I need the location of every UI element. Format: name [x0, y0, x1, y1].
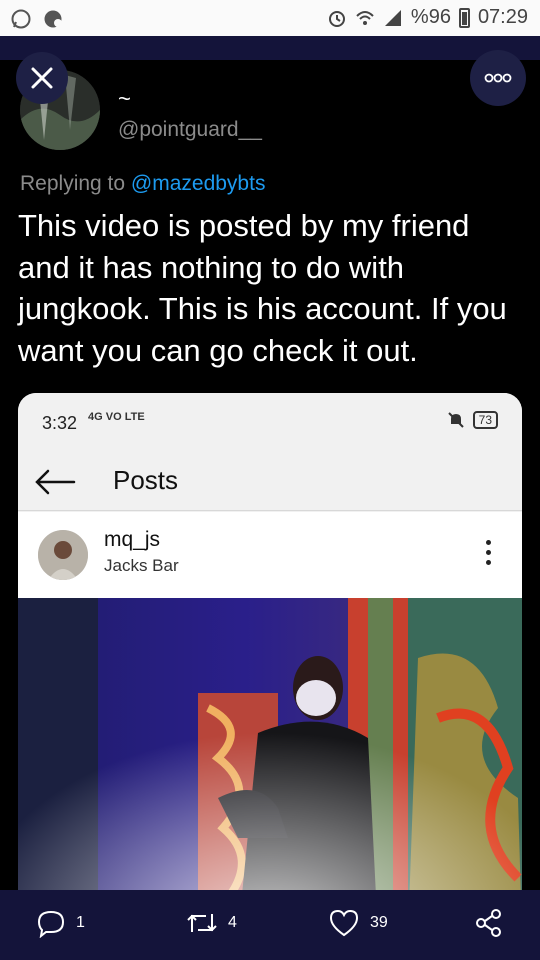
- like-count: 39: [370, 914, 388, 931]
- whatsapp-icon: [11, 9, 31, 29]
- embedded-screenshot[interactable]: 3:32 4G VO LTE 73 Posts mq_js Jacks Bar: [18, 393, 522, 935]
- more-dots-icon: [484, 73, 512, 83]
- back-arrow-icon: [35, 469, 76, 495]
- share-button[interactable]: [474, 908, 504, 938]
- embedded-volte-label: VO LTE: [105, 411, 145, 423]
- embedded-battery: 73: [472, 411, 498, 429]
- signal-icon: [384, 9, 401, 26]
- replying-to-line: Replying to @mazedbybts: [20, 172, 265, 196]
- author-handle[interactable]: @pointguard__: [118, 118, 262, 142]
- retweet-icon: [187, 914, 217, 932]
- battery-icon: [458, 7, 470, 28]
- wifi-icon: [356, 10, 374, 25]
- share-icon: [476, 909, 501, 937]
- embedded-header: Posts: [18, 455, 522, 511]
- tweet-text: This video is posted by my friend and it…: [18, 208, 507, 368]
- embedded-location: Jacks Bar: [104, 556, 179, 575]
- embedded-user-avatar: [38, 530, 88, 580]
- author-display-name[interactable]: ~: [118, 86, 131, 112]
- notification-app-icon: [44, 10, 62, 28]
- reply-mention-link[interactable]: @mazedbybts: [131, 172, 266, 195]
- retweet-button[interactable]: 4: [186, 908, 237, 938]
- reply-button[interactable]: 1: [36, 908, 85, 938]
- embedded-signal-label: 4G VO LTE: [88, 411, 145, 423]
- embedded-kebab-icon: [486, 540, 492, 570]
- top-band: [0, 36, 540, 60]
- more-options-button[interactable]: [470, 50, 526, 106]
- status-bar: %96 07:29: [0, 0, 540, 36]
- clock: 07:29: [477, 6, 528, 28]
- replying-to-label: Replying to: [20, 172, 126, 195]
- embedded-username: mq_js: [104, 528, 161, 551]
- tweet-action-bar: 1 4 39: [0, 890, 540, 960]
- embedded-header-title: Posts: [113, 465, 179, 495]
- embedded-clock: 3:32: [42, 413, 78, 433]
- heart-icon: [329, 909, 359, 937]
- reply-count: 1: [76, 914, 85, 931]
- retweet-count: 4: [228, 914, 237, 931]
- embedded-video-frame: [18, 598, 522, 935]
- muted-bell-icon: [447, 412, 464, 428]
- like-button[interactable]: 39: [328, 908, 388, 938]
- close-button[interactable]: [16, 52, 68, 104]
- embedded-post-header: mq_js Jacks Bar: [18, 512, 522, 598]
- close-icon: [31, 67, 53, 89]
- reply-icon: [37, 910, 65, 938]
- alarm-icon: [328, 10, 345, 27]
- embedded-status-bar: 3:32 4G VO LTE 73: [18, 393, 522, 455]
- embedded-4g-label: 4G: [88, 411, 103, 423]
- battery-percent: %96: [410, 6, 451, 28]
